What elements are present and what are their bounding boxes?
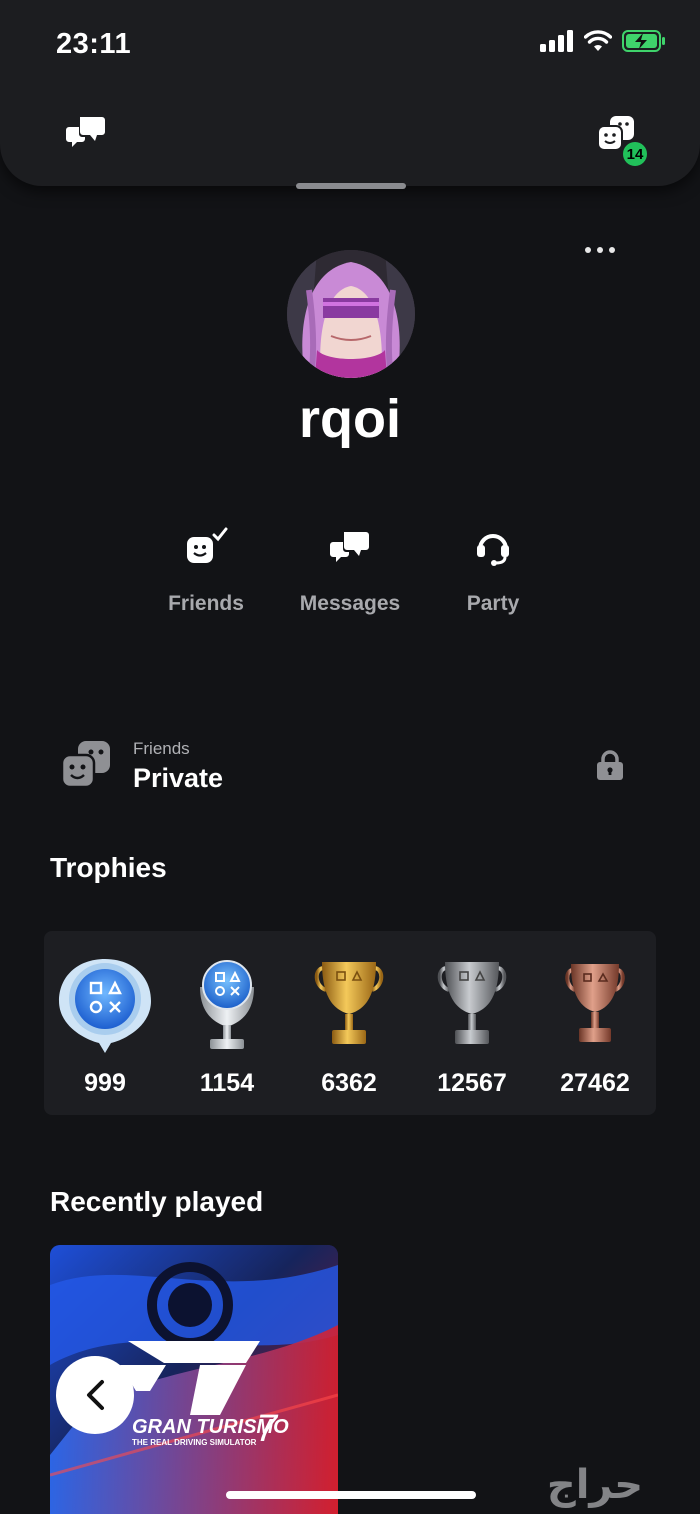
- avatar-illustration: [287, 250, 415, 378]
- trophy-gold-icon: [314, 962, 384, 1044]
- battery-charging-icon: [622, 30, 665, 52]
- more-options-button[interactable]: [580, 238, 620, 262]
- friends-faces-icon: [60, 741, 110, 789]
- notification-badge: 14: [620, 139, 650, 169]
- chat-bubbles-icon: [66, 117, 105, 147]
- lock-icon: [597, 750, 623, 780]
- status-time: 23:11: [56, 28, 132, 60]
- party-action-button[interactable]: Party: [423, 520, 563, 616]
- wifi-icon: [584, 30, 612, 51]
- chat-bubbles-icon: [330, 532, 369, 562]
- back-button[interactable]: [56, 1356, 134, 1434]
- watermark-text: حراج: [547, 1462, 643, 1508]
- username: rqoi: [299, 389, 401, 449]
- avatar[interactable]: [287, 250, 415, 378]
- cellular-signal-icon: [540, 30, 573, 52]
- game-tagline: THE REAL DRIVING SIMULATOR: [132, 1438, 257, 1447]
- trophy-gold-count: 6362: [321, 1069, 377, 1097]
- watermark: حراج: [547, 1462, 643, 1508]
- trophy-bronze-count: 27462: [560, 1069, 630, 1097]
- friends-action-label: Friends: [168, 592, 244, 615]
- status-icons: [540, 30, 666, 52]
- recently-played-title: Recently played: [50, 1186, 264, 1217]
- friends-action-button[interactable]: Friends: [136, 520, 276, 616]
- trophy-silver-icon: [437, 962, 507, 1044]
- trophy-level: 999: [44, 931, 166, 1115]
- headset-icon: [477, 534, 509, 566]
- friends-privacy-row[interactable]: Friends Private: [60, 735, 640, 805]
- friend-check-icon: [187, 527, 228, 563]
- friends-caption: Friends: [133, 739, 190, 758]
- dot: [585, 247, 591, 253]
- home-indicator[interactable]: [226, 1491, 476, 1499]
- dot: [609, 247, 615, 253]
- dot: [597, 247, 603, 253]
- trophy-bronze-icon: [565, 964, 625, 1042]
- chevron-left-icon: [87, 1380, 104, 1410]
- trophy-bronze: 27462: [534, 931, 656, 1115]
- trophy-summary-card[interactable]: 999 1154 6362 12567 27462: [44, 931, 656, 1115]
- trophy-gold: 6362: [288, 931, 410, 1115]
- trophies-title: Trophies: [50, 852, 167, 883]
- friends-privacy-value: Private: [133, 763, 224, 793]
- trophy-platinum: 1154: [166, 931, 288, 1115]
- trophy-level-icon: [59, 959, 151, 1053]
- messages-action-button[interactable]: Messages: [280, 520, 420, 616]
- trophy-platinum-count: 1154: [199, 1069, 255, 1097]
- game-logo-number: 7: [256, 1408, 279, 1450]
- sheet-grabber[interactable]: [296, 183, 406, 189]
- party-action-label: Party: [466, 592, 520, 615]
- trophy-level-count: 999: [84, 1069, 126, 1097]
- messages-action-label: Messages: [299, 592, 401, 615]
- trophy-silver: 12567: [411, 931, 533, 1115]
- messages-header-button[interactable]: [62, 112, 110, 152]
- trophy-platinum-icon: [200, 960, 254, 1049]
- trophy-silver-count: 12567: [437, 1069, 507, 1097]
